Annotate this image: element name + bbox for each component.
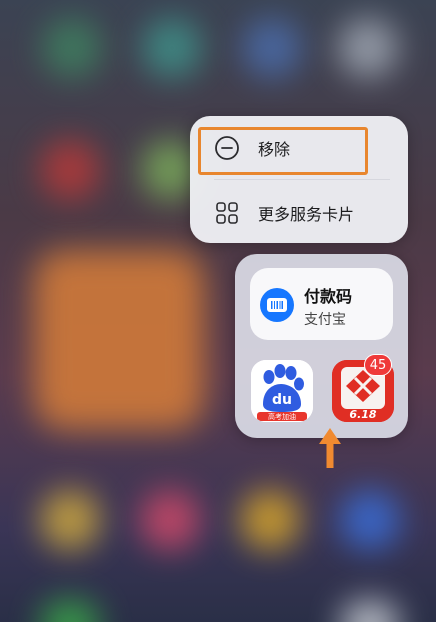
payment-code-title: 付款码: [304, 287, 353, 306]
blurred-app-icon: [340, 490, 400, 550]
menu-divider: [214, 179, 390, 180]
blurred-app-icon: [140, 490, 200, 550]
blurred-app-icon: [338, 18, 398, 78]
barcode-icon: [260, 288, 294, 322]
blurred-dock-icon: [340, 600, 400, 622]
blurred-app-icon: [42, 18, 102, 78]
blurred-app-icon: [40, 490, 100, 550]
svg-text:du: du: [272, 392, 292, 408]
baidu-app-icon[interactable]: du 高考加油: [251, 360, 313, 422]
menu-item-more-service-cards-label: 更多服务卡片: [258, 205, 355, 224]
blurred-app-icon: [242, 18, 302, 78]
blurred-app-icon: [40, 140, 100, 200]
widget-card: 付款码 支付宝 du 高考加油 6.18: [235, 254, 408, 438]
svg-text:6.18: 6.18: [349, 408, 376, 421]
grid-four-squares-icon: [216, 202, 238, 224]
blurred-app-icon: [142, 18, 202, 78]
baidu-paw-icon: du 高考加油: [251, 360, 313, 422]
payment-code-subtitle: 支付宝: [304, 312, 346, 328]
notification-badge: 45: [364, 354, 392, 376]
menu-item-more-service-cards[interactable]: 更多服务卡片: [190, 184, 408, 242]
payment-code-card[interactable]: 付款码 支付宝: [250, 268, 393, 340]
up-arrow-annotation: [319, 428, 341, 468]
blurred-dock-icon: [40, 600, 100, 622]
blurred-app-icon: [240, 490, 300, 550]
highlight-box: [198, 127, 368, 175]
blurred-widget: [34, 250, 204, 430]
svg-text:高考加油: 高考加油: [268, 412, 296, 421]
